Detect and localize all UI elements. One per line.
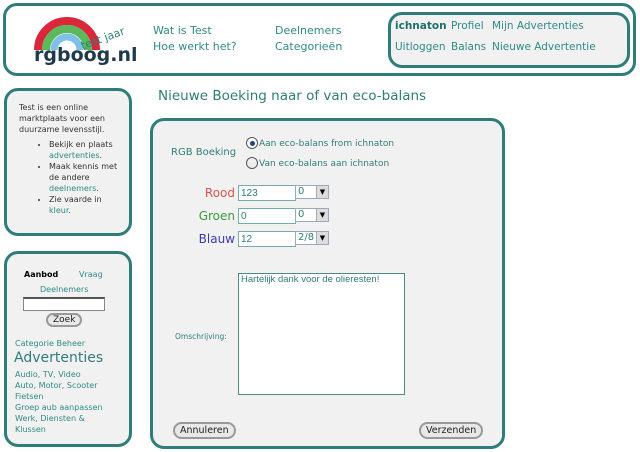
search-button[interactable]: Zoek bbox=[46, 313, 83, 327]
category-link[interactable]: Audio, TV, Video bbox=[15, 369, 115, 380]
nav-deelnemers[interactable]: Deelnemers bbox=[275, 24, 342, 37]
page-title: Nieuwe Boeking naar of van eco-balans bbox=[158, 88, 427, 104]
kleur-link[interactable]: kleur bbox=[49, 206, 68, 215]
submit-button[interactable]: Verzenden bbox=[419, 422, 484, 439]
rood-select[interactable]: 0 ▼ bbox=[295, 185, 329, 199]
rood-input[interactable] bbox=[238, 185, 296, 201]
deelnemers-link[interactable]: deelnemers bbox=[49, 184, 96, 193]
categorie-beheer-link[interactable]: Categorie Beheer bbox=[15, 338, 85, 349]
nieuwe-advertentie-link[interactable]: Nieuwe Advertentie bbox=[492, 41, 596, 53]
intro-item-text: Zie vaarde in bbox=[49, 195, 102, 204]
uitloggen-link[interactable]: Uitloggen bbox=[395, 41, 446, 53]
rood-label: Rood bbox=[204, 186, 235, 200]
radio-aan[interactable] bbox=[246, 137, 258, 149]
blauw-label: Blauw bbox=[198, 232, 235, 246]
balans-link[interactable]: Balans bbox=[451, 41, 486, 53]
rood-select-value: 0 bbox=[298, 186, 305, 197]
tab-aanbod[interactable]: Aanbod bbox=[24, 269, 58, 280]
blauw-select-value: 2/8 bbox=[298, 232, 315, 243]
intro-item: Maak kennis met de andere deelnemers. bbox=[49, 161, 119, 194]
groen-select[interactable]: 0 ▼ bbox=[295, 208, 329, 222]
category-link[interactable]: Auto, Motor, Scooter bbox=[15, 380, 115, 391]
blauw-select[interactable]: 2/8 ▼ bbox=[295, 231, 329, 245]
nav-hoe-werkt-het[interactable]: Hoe werkt het? bbox=[153, 40, 237, 53]
user-name-link[interactable]: ichnaton bbox=[395, 20, 447, 32]
cancel-button[interactable]: Annuleren bbox=[173, 422, 236, 439]
search-input[interactable] bbox=[23, 297, 105, 311]
groen-label: Groen bbox=[198, 209, 235, 223]
chevron-down-icon: ▼ bbox=[316, 232, 328, 244]
nav-wat-is-test[interactable]: Wat is Test bbox=[153, 24, 212, 37]
groen-select-value: 0 bbox=[298, 209, 305, 220]
category-list: Audio, TV, Video Auto, Motor, Scooter Fi… bbox=[15, 369, 115, 435]
tab-deelnemers[interactable]: Deelnemers bbox=[40, 284, 88, 295]
category-link[interactable]: Werk, Diensten & Klussen bbox=[15, 413, 115, 435]
intro-item-text: Maak kennis met de andere bbox=[49, 162, 118, 182]
chevron-down-icon: ▼ bbox=[316, 209, 328, 221]
blauw-input[interactable] bbox=[238, 231, 296, 247]
category-link[interactable]: Groep aub aanpassen bbox=[15, 402, 115, 413]
intro-text: Test is een online marktplaats voor een … bbox=[19, 103, 105, 134]
intro-item-text: Bekijk en plaats bbox=[49, 140, 113, 149]
radio-van[interactable] bbox=[246, 157, 258, 169]
advertenties-heading: Advertenties bbox=[14, 350, 104, 366]
profiel-link[interactable]: Profiel bbox=[451, 20, 484, 32]
radio-aan-label[interactable]: Aan eco-balans from ichnaton bbox=[259, 139, 394, 149]
omschrijving-textarea[interactable]: Hartelijk dank voor de olieresten! bbox=[238, 273, 405, 395]
advertenties-link[interactable]: advertenties bbox=[49, 151, 100, 160]
mijn-advertenties-link[interactable]: Mijn Advertenties bbox=[492, 20, 584, 32]
chevron-down-icon: ▼ bbox=[316, 186, 328, 198]
omschrijving-label: Omschrijving: bbox=[175, 332, 227, 341]
category-link[interactable]: Fietsen bbox=[15, 391, 115, 402]
intro-item: Zie vaarde in kleur. bbox=[49, 194, 119, 216]
booking-label: RGB Boeking bbox=[171, 147, 237, 158]
groen-input[interactable] bbox=[238, 208, 296, 224]
intro-item: Bekijk en plaats advertenties. bbox=[49, 139, 119, 161]
tab-vraag[interactable]: Vraag bbox=[79, 269, 103, 280]
intro-panel: Test is een online marktplaats voor een … bbox=[4, 88, 132, 236]
nav-categorieen[interactable]: Categorieën bbox=[275, 40, 342, 53]
radio-van-label[interactable]: Van eco-balans aan ichnaton bbox=[259, 159, 389, 169]
